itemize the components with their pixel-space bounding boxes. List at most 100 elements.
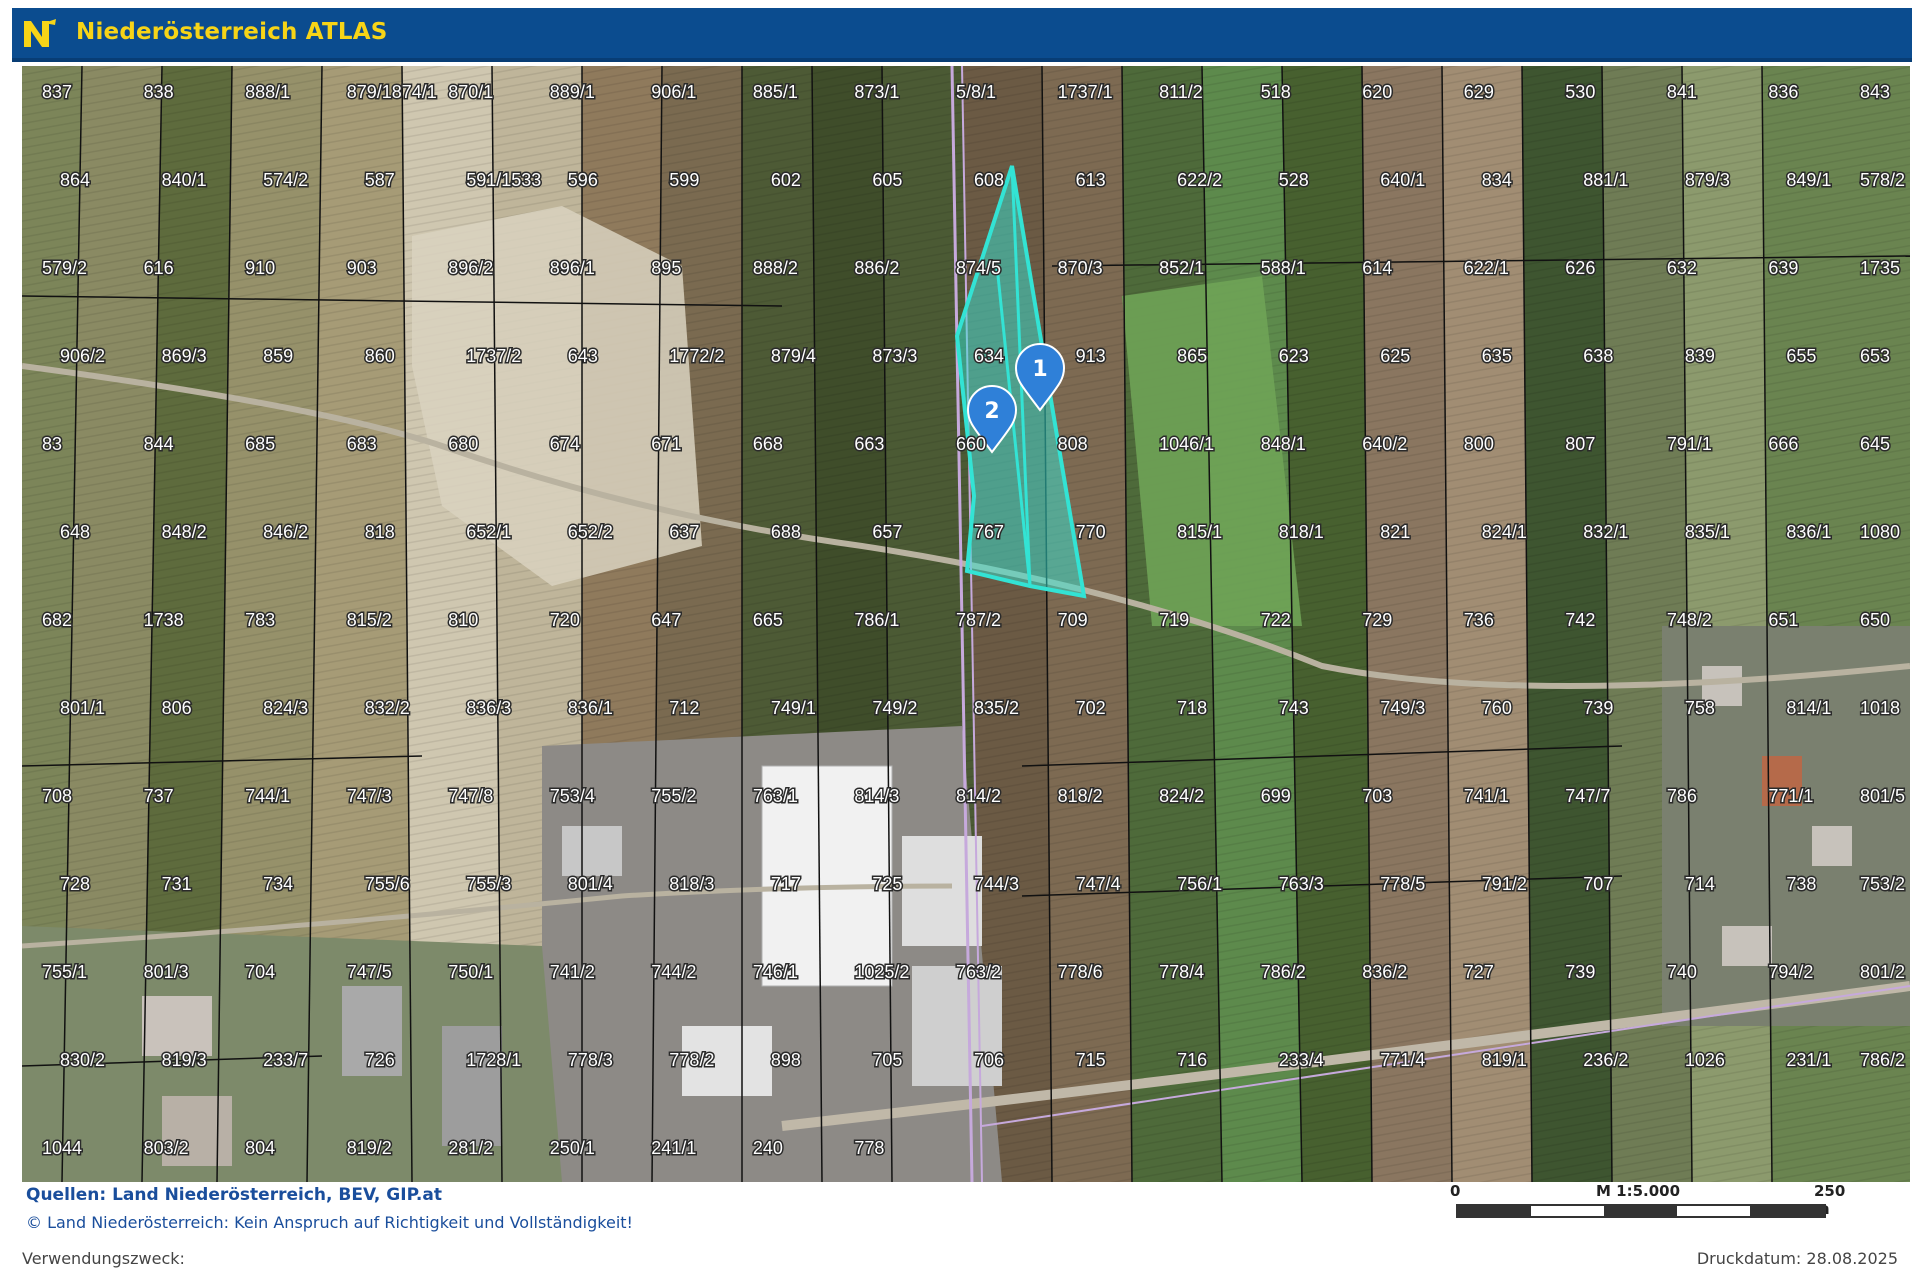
parcel-number-label: 635: [1482, 346, 1512, 366]
scale-segment: [1458, 1206, 1531, 1216]
parcel-number-label: 729: [1362, 610, 1392, 630]
parcel-number-label: 625: [1380, 346, 1410, 366]
parcel-number-label: 778/4: [1159, 962, 1204, 982]
parcel-number-label: 639: [1768, 258, 1798, 278]
parcel-number-label: 818/1: [1279, 522, 1324, 542]
parcel-number-label: 530: [1565, 82, 1595, 102]
parcel-number-label: 803/2: [144, 1138, 189, 1158]
parcel-number-label: 787/2: [956, 610, 1001, 630]
parcel-number-label: 760: [1482, 698, 1512, 718]
parcel-number-label: 836/1: [1786, 522, 1831, 542]
parcel-number-label: 879/4: [771, 346, 816, 366]
parcel-number-label: 716: [1177, 1050, 1207, 1070]
parcel-number-label: 648: [60, 522, 90, 542]
marker-label-2: 2: [984, 399, 999, 424]
parcel-number-label: 634: [974, 346, 1004, 366]
parcel-number-label: 778/2: [669, 1050, 714, 1070]
parcel-number-label: 844: [144, 434, 174, 454]
parcel-number-label: 906/1: [651, 82, 696, 102]
scale-segment: [1604, 1206, 1677, 1216]
parcel-number-label: 665: [753, 610, 783, 630]
parcel-number-label: 605: [872, 170, 902, 190]
parcel-number-label: 653: [1860, 346, 1890, 366]
parcel-number-label: 647: [651, 610, 681, 630]
parcel-number-label: 888/2: [753, 258, 798, 278]
parcel-number-label: 755/1: [42, 962, 87, 982]
parcel-number-label: 885/1: [753, 82, 798, 102]
parcel-number-label: 719: [1159, 610, 1189, 630]
parcel-number-label: 770: [1076, 522, 1106, 542]
parcel-number-label: 645: [1860, 434, 1890, 454]
parcel-number-label: 1046/1: [1159, 434, 1214, 454]
parcel-number-label: 870/3: [1058, 258, 1103, 278]
parcel-number-label: 709: [1058, 610, 1088, 630]
parcel-number-label: 640/1: [1380, 170, 1425, 190]
parcel-number-label: 725: [872, 874, 902, 894]
parcel-number-label: 837: [42, 82, 72, 102]
parcel-number-label: 674: [550, 434, 580, 454]
parcel-number-label: 722: [1261, 610, 1291, 630]
parcel-number-label: 720: [550, 610, 580, 630]
parcel-number-label: 83: [42, 434, 62, 454]
parcel-number-label: 879/1874/1: [347, 82, 437, 102]
purpose-label: Verwendungszweck:: [22, 1249, 185, 1268]
parcel-number-label: 807: [1565, 434, 1595, 454]
parcel-number-label: 1044: [42, 1138, 82, 1158]
parcel-number-label: 747/7: [1565, 786, 1610, 806]
parcel-number-label: 728: [60, 874, 90, 894]
parcel-number-label: 800: [1464, 434, 1494, 454]
parcel-number-label: 737: [144, 786, 174, 806]
parcel-number-label: 830/2: [60, 1050, 105, 1070]
parcel-number-label: 718: [1177, 698, 1207, 718]
parcel-number-label: 623: [1279, 346, 1309, 366]
parcel-number-label: 740: [1667, 962, 1697, 982]
parcel-number-label: 588/1: [1261, 258, 1306, 278]
parcel-number-label: 622/2: [1177, 170, 1222, 190]
scale-ratio-label: M 1:5.000: [1596, 1182, 1681, 1200]
parcel-number-label: 771/4: [1380, 1050, 1425, 1070]
parcel-number-label: 727: [1464, 962, 1494, 982]
parcel-number-label: 702: [1076, 698, 1106, 718]
parcel-number-label: 712: [669, 698, 699, 718]
parcel-number-label: 783: [245, 610, 275, 630]
aerial-map[interactable]: 1 2 837 838 888/1 879/1874/1 870/1 889/1 906/1…: [22, 66, 1910, 1182]
parcel-number-label: 655: [1786, 346, 1816, 366]
parcel-number-label: 744/1: [245, 786, 290, 806]
parcel-number-label: 233/7: [263, 1050, 308, 1070]
parcel-number-label: 587: [365, 170, 395, 190]
map-view[interactable]: 1 2 837 838 888/1 879/1874/1 870/1 889/1 906/1…: [22, 66, 1910, 1182]
parcel-number-label: 717: [771, 874, 801, 894]
parcel-number-label: 801/3: [144, 962, 189, 982]
parcel-number-label: 747/5: [347, 962, 392, 982]
parcel-number-label: 748/2: [1667, 610, 1712, 630]
parcel-number-label: 663: [854, 434, 884, 454]
parcel-number-label: 811/2: [1159, 82, 1203, 102]
parcel-number-label: 840/1: [162, 170, 207, 190]
parcel-number-label: 632: [1667, 258, 1697, 278]
parcel-number-label: 739: [1565, 962, 1595, 982]
parcel-number-label: 852/1: [1159, 258, 1204, 278]
parcel-number-label: 704: [245, 962, 275, 982]
parcel-number-label: 864: [60, 170, 90, 190]
parcel-number-label: 801/5: [1860, 786, 1905, 806]
parcel-number-label: 755/2: [651, 786, 696, 806]
app-title: Niederösterreich ATLAS: [76, 19, 388, 45]
parcel-number-label: 819/1: [1482, 1050, 1527, 1070]
parcel-number-label: 1728/1: [466, 1050, 521, 1070]
parcel-number-label: 613: [1076, 170, 1106, 190]
parcel-number-label: 638: [1583, 346, 1613, 366]
parcel-number-label: 652/2: [568, 522, 613, 542]
parcel-number-label: 680: [448, 434, 478, 454]
parcel-number-label: 660: [956, 434, 986, 454]
parcel-number-label: 839: [1685, 346, 1715, 366]
parcel-number-label: 886/2: [854, 258, 899, 278]
parcel-number-label: 281/2: [448, 1138, 493, 1158]
parcel-number-label: 865: [1177, 346, 1207, 366]
scale-bar: 0 M 1:5.000 250 m: [1442, 1182, 1862, 1222]
parcel-number-label: 579/2: [42, 258, 87, 278]
parcel-number-label: 860: [365, 346, 395, 366]
parcel-number-label: 629: [1464, 82, 1494, 102]
parcel-number-label: 895: [651, 258, 681, 278]
parcel-number-label: 888/1: [245, 82, 290, 102]
parcel-number-label: 747/3: [347, 786, 392, 806]
